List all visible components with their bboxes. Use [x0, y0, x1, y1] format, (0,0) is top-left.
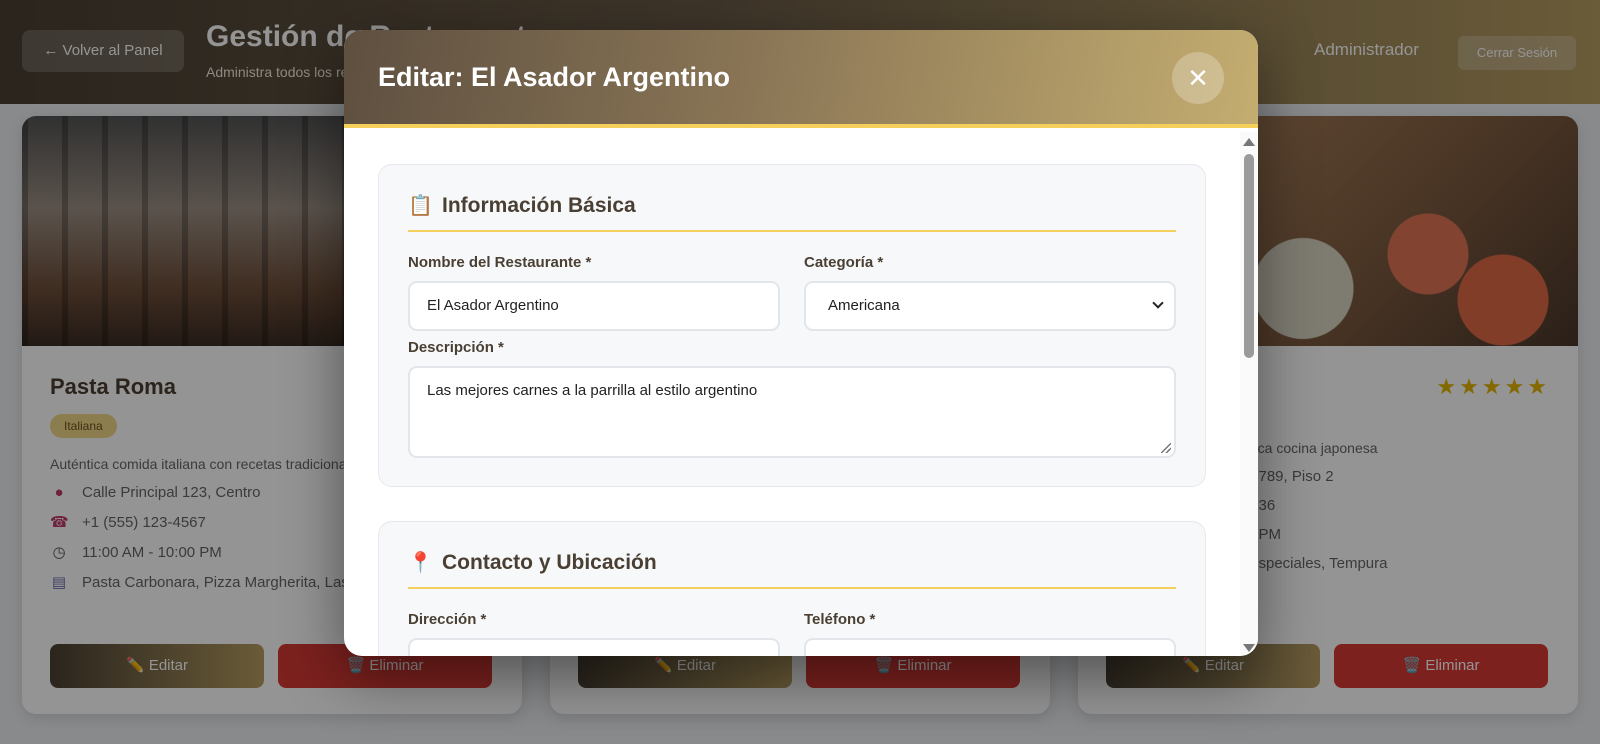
category-select-value[interactable]: Americana: [804, 281, 1176, 331]
scrollbar-thumb[interactable]: [1244, 154, 1254, 358]
location-pin-icon: 📍: [408, 552, 433, 574]
phone-input[interactable]: [804, 638, 1176, 656]
description-textarea[interactable]: Las mejores carnes a la parrilla al esti…: [408, 366, 1176, 458]
description-label: Descripción *: [408, 339, 504, 356]
clipboard-icon: 📋: [408, 195, 433, 217]
section-title: 📋 Información Básica: [408, 193, 1176, 232]
phone-label: Teléfono *: [804, 611, 876, 628]
contact-section: 📍 Contacto y Ubicación Dirección * Teléf…: [378, 521, 1206, 656]
modal-scroll-area[interactable]: 📋 Información Básica Nombre del Restaura…: [344, 132, 1240, 656]
basic-info-section: 📋 Información Básica Nombre del Restaura…: [378, 164, 1206, 487]
scroll-down-arrow-icon[interactable]: [1243, 644, 1255, 652]
resize-handle-icon[interactable]: [1161, 443, 1171, 453]
modal-header: Editar: El Asador Argentino ✕: [344, 30, 1258, 128]
close-button[interactable]: ✕: [1172, 52, 1224, 104]
restaurant-name-input[interactable]: El Asador Argentino: [408, 281, 780, 331]
address-input[interactable]: [408, 638, 780, 656]
address-label: Dirección *: [408, 611, 487, 628]
modal-title: Editar: El Asador Argentino: [378, 62, 731, 92]
category-label: Categoría *: [804, 254, 884, 271]
category-select[interactable]: Americana: [804, 281, 1176, 331]
description-text: Las mejores carnes a la parrilla al esti…: [427, 382, 758, 399]
section-title-text: Contacto y Ubicación: [442, 550, 657, 574]
modal-scrollbar[interactable]: [1240, 132, 1258, 656]
close-icon: ✕: [1187, 63, 1209, 93]
edit-restaurant-modal: Editar: El Asador Argentino ✕ 📋 Informac…: [344, 30, 1258, 656]
section-title: 📍 Contacto y Ubicación: [408, 550, 1176, 589]
section-title-text: Información Básica: [442, 193, 636, 217]
scroll-up-arrow-icon[interactable]: [1243, 138, 1255, 146]
name-label: Nombre del Restaurante *: [408, 254, 592, 271]
